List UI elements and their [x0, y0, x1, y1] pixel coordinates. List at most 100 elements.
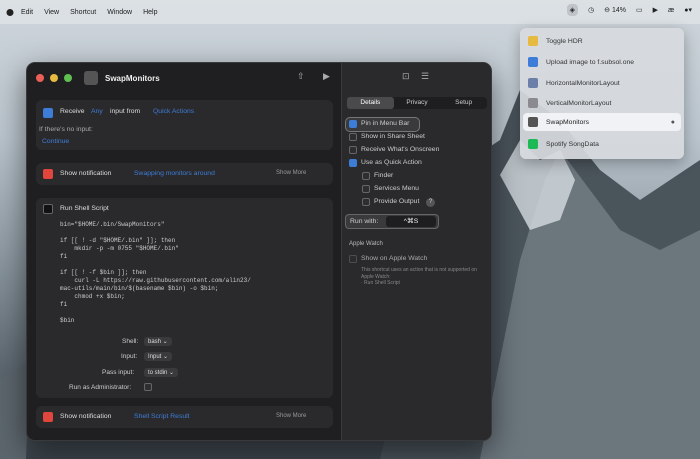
notification-action-2[interactable]: Show notification Shell Script Result Sh…: [36, 406, 333, 428]
apple-watch-label: Show on Apple Watch: [361, 255, 428, 262]
minimize-button[interactable]: [50, 74, 58, 82]
notification-icon: [43, 169, 53, 179]
menu-item-swap-monitors[interactable]: SwapMonitors ●: [523, 113, 681, 131]
finder-checkbox[interactable]: [362, 172, 370, 180]
menu-item-toggle-hdr[interactable]: Toggle HDR: [528, 32, 678, 50]
swap-icon: [528, 117, 538, 127]
run-with-shortcut[interactable]: ^⌘S: [386, 216, 436, 227]
zoom-button[interactable]: [64, 74, 72, 82]
menu-shortcut[interactable]: Shortcut: [70, 9, 96, 16]
pass-input-select[interactable]: to stdin ⌄: [144, 368, 179, 377]
run-with-field[interactable]: Run with: ^⌘S: [345, 214, 439, 229]
quick-action-label: Use as Quick Action: [361, 159, 422, 166]
menu-item-spotify-songdata[interactable]: Spotify SongData: [528, 135, 678, 153]
input-value: Input: [148, 354, 162, 360]
input-from-label: input from: [110, 108, 141, 115]
provide-output-checkbox[interactable]: [362, 198, 370, 206]
script-editor[interactable]: bin="$HOME/.bin/SwapMonitors" if [[ ! -d…: [60, 221, 251, 325]
sun-icon: [528, 36, 538, 46]
receive-label: Receive: [60, 108, 85, 115]
run-icon[interactable]: ▶: [323, 71, 330, 82]
admin-checkbox[interactable]: [144, 383, 152, 391]
shortcuts-menubar-dropdown: Toggle HDR Upload image to f.subsol.one …: [520, 28, 684, 159]
upload-icon: [528, 57, 538, 67]
profile-icon[interactable]: ●▾: [684, 6, 692, 14]
continue-token[interactable]: Continue: [42, 138, 69, 145]
menu-view[interactable]: View: [44, 9, 59, 16]
shortcuts-window: SwapMonitors ⇧ ▶ Receive Any input from …: [26, 62, 492, 441]
battery-icon[interactable]: ▭: [636, 6, 643, 14]
finder-label: Finder: [374, 172, 394, 179]
battery-percent: 14%: [611, 7, 626, 14]
shortcuts-menubar-icon[interactable]: ◈: [566, 4, 579, 16]
run-indicator-icon: ●: [670, 118, 675, 126]
show-more-button[interactable]: Show More: [276, 413, 306, 419]
services-menu-checkbox[interactable]: [362, 185, 370, 193]
quick-action-checkbox[interactable]: [349, 159, 357, 167]
notification-icon: [43, 412, 53, 422]
onscreen-checkbox[interactable]: [349, 146, 357, 154]
notification-label: Show notification: [60, 170, 112, 177]
share-sheet-label: Show in Share Sheet: [361, 133, 425, 140]
apple-watch-note: This shortcut uses an action that is not…: [361, 267, 477, 286]
menu-item-upload-image[interactable]: Upload image to f.subsol.one: [528, 53, 678, 71]
provide-output-label: Provide Output: [374, 198, 420, 205]
services-menu-label: Services Menu: [374, 185, 419, 192]
menu-item-label: VerticalMonitorLayout: [546, 99, 612, 107]
timer-icon[interactable]: ◷: [588, 6, 594, 14]
tab-setup[interactable]: Setup: [440, 97, 487, 109]
details-tabs: Details Privacy Setup: [347, 97, 487, 109]
terminal-icon: [43, 204, 53, 214]
pin-menubar-label: Pin in Menu Bar: [361, 120, 410, 127]
share-sheet-checkbox[interactable]: [349, 133, 357, 141]
shell-select[interactable]: bash ⌄: [144, 337, 172, 346]
no-input-label: If there's no input:: [39, 126, 93, 133]
pin-menubar-checkbox[interactable]: [349, 120, 357, 128]
menu-window[interactable]: Window: [107, 9, 132, 16]
menu-item-horizontal-layout[interactable]: HorizontalMonitorLayout: [528, 74, 678, 92]
run-with-label: Run with:: [350, 218, 379, 225]
shell-script-label: Run Shell Script: [60, 205, 109, 212]
receive-action[interactable]: Receive Any input from Quick Actions If …: [36, 100, 333, 150]
help-icon[interactable]: ?: [426, 198, 435, 207]
menu-help[interactable]: Help: [143, 9, 157, 16]
apple-watch-heading: Apple Watch: [349, 241, 383, 247]
shortcut-icon[interactable]: [84, 71, 98, 85]
share-icon[interactable]: ⇧: [297, 71, 305, 82]
media-icon[interactable]: ▶: [653, 6, 658, 14]
pass-input-value: to stdin: [148, 370, 168, 376]
input-select[interactable]: Input ⌄: [144, 352, 173, 361]
apple-watch-checkbox[interactable]: [349, 255, 357, 263]
menu-item-label: SwapMonitors: [546, 118, 590, 126]
shell-value: bash: [148, 339, 162, 345]
apple-icon[interactable]: [5, 7, 15, 17]
settings-sliders-icon[interactable]: ☰: [421, 71, 429, 82]
shell-result-token[interactable]: Shell Script Result: [134, 413, 190, 420]
add-to-dock-icon[interactable]: ⊡: [402, 71, 410, 82]
shell-label: Shell:: [122, 338, 139, 345]
input-label: Input:: [121, 353, 138, 360]
receive-icon: [43, 108, 53, 118]
shell-script-action[interactable]: Run Shell Script bin="$HOME/.bin/SwapMon…: [36, 198, 333, 398]
notification-action-1[interactable]: Show notification Swapping monitors arou…: [36, 163, 333, 185]
menu-item-label: Spotify SongData: [546, 140, 599, 148]
receive-any-token[interactable]: Any: [91, 108, 103, 115]
menu-item-label: Toggle HDR: [546, 37, 583, 45]
pass-input-label: Pass input:: [102, 369, 135, 376]
monitor-icon: [528, 78, 538, 88]
quick-actions-token[interactable]: Quick Actions: [153, 108, 194, 115]
menu-bar: Edit View Shortcut Window Help ◈ ◷ ⊖ 14%…: [0, 0, 700, 24]
tab-details[interactable]: Details: [347, 97, 394, 109]
menubar-status-items: ◈ ◷ ⊖ 14% ▭ ▶ æ ●▾: [566, 4, 692, 16]
tab-privacy[interactable]: Privacy: [394, 97, 441, 109]
menu-edit[interactable]: Edit: [21, 9, 33, 16]
notification-label: Show notification: [60, 413, 112, 420]
ae-icon[interactable]: æ: [668, 7, 674, 14]
notification-message-token[interactable]: Swapping monitors around: [134, 170, 215, 177]
battery-item[interactable]: ⊖ 14%: [604, 6, 626, 14]
show-more-button[interactable]: Show More: [276, 170, 306, 176]
monitor-icon: [528, 98, 538, 108]
close-button[interactable]: [36, 74, 44, 82]
menu-item-label: Upload image to f.subsol.one: [546, 58, 635, 66]
menu-item-vertical-layout[interactable]: VerticalMonitorLayout: [528, 94, 678, 112]
